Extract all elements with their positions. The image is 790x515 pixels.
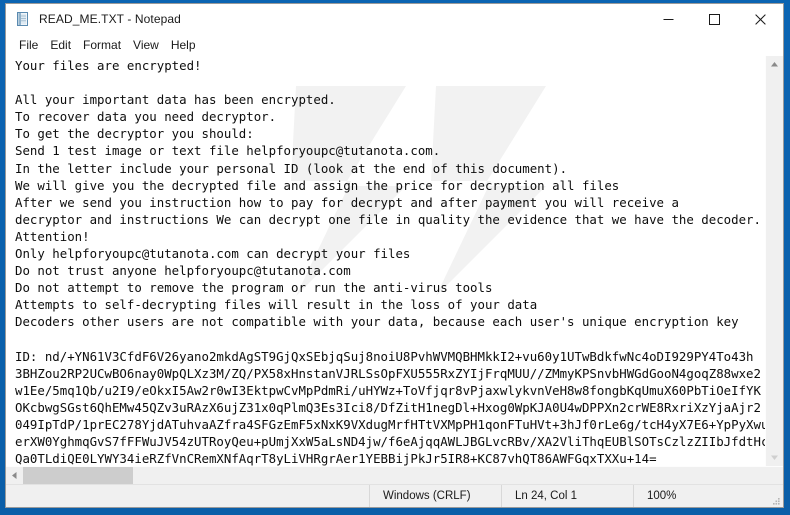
menu-item-help[interactable]: Help xyxy=(165,36,202,54)
window-controls xyxy=(645,4,783,34)
status-cursor-position: Ln 24, Col 1 xyxy=(502,485,634,507)
close-button[interactable] xyxy=(737,4,783,34)
scroll-down-arrow-icon[interactable] xyxy=(766,449,783,466)
menu-item-view[interactable]: View xyxy=(127,36,165,54)
horizontal-scrollbar-thumb[interactable] xyxy=(23,467,133,484)
menu-item-format[interactable]: Format xyxy=(77,36,127,54)
maximize-button[interactable] xyxy=(691,4,737,34)
minimize-button[interactable] xyxy=(645,4,691,34)
title-bar[interactable]: READ_ME.TXT - Notepad xyxy=(6,4,783,34)
maximize-icon xyxy=(708,13,720,25)
close-icon xyxy=(754,13,766,25)
status-zoom-level: 100% xyxy=(647,490,677,502)
scroll-left-arrow-icon[interactable] xyxy=(6,467,23,484)
status-bar: Windows (CRLF) Ln 24, Col 1 100% xyxy=(6,484,783,507)
status-bar-spacer xyxy=(6,485,370,507)
notepad-window: READ_ME.TXT - Notepad File Edit Format V… xyxy=(5,3,784,508)
resize-grip-icon[interactable] xyxy=(765,485,783,507)
text-editor[interactable]: Your files are encrypted! All your impor… xyxy=(6,56,765,466)
scroll-up-arrow-icon[interactable] xyxy=(766,56,783,73)
vertical-scrollbar[interactable] xyxy=(765,56,783,466)
menu-item-file[interactable]: File xyxy=(13,36,44,54)
status-line-ending: Windows (CRLF) xyxy=(370,485,502,507)
edit-region: Your files are encrypted! All your impor… xyxy=(6,55,783,466)
notepad-icon xyxy=(15,11,31,27)
window-title: READ_ME.TXT - Notepad xyxy=(39,12,181,26)
horizontal-scrollbar-track[interactable] xyxy=(23,467,783,484)
menu-item-edit[interactable]: Edit xyxy=(44,36,77,54)
desktop-background: READ_ME.TXT - Notepad File Edit Format V… xyxy=(0,0,790,515)
menu-bar: File Edit Format View Help xyxy=(6,34,783,55)
minimize-icon xyxy=(663,18,673,20)
document-text: Your files are encrypted! All your impor… xyxy=(15,58,765,466)
horizontal-scrollbar[interactable] xyxy=(6,466,783,484)
